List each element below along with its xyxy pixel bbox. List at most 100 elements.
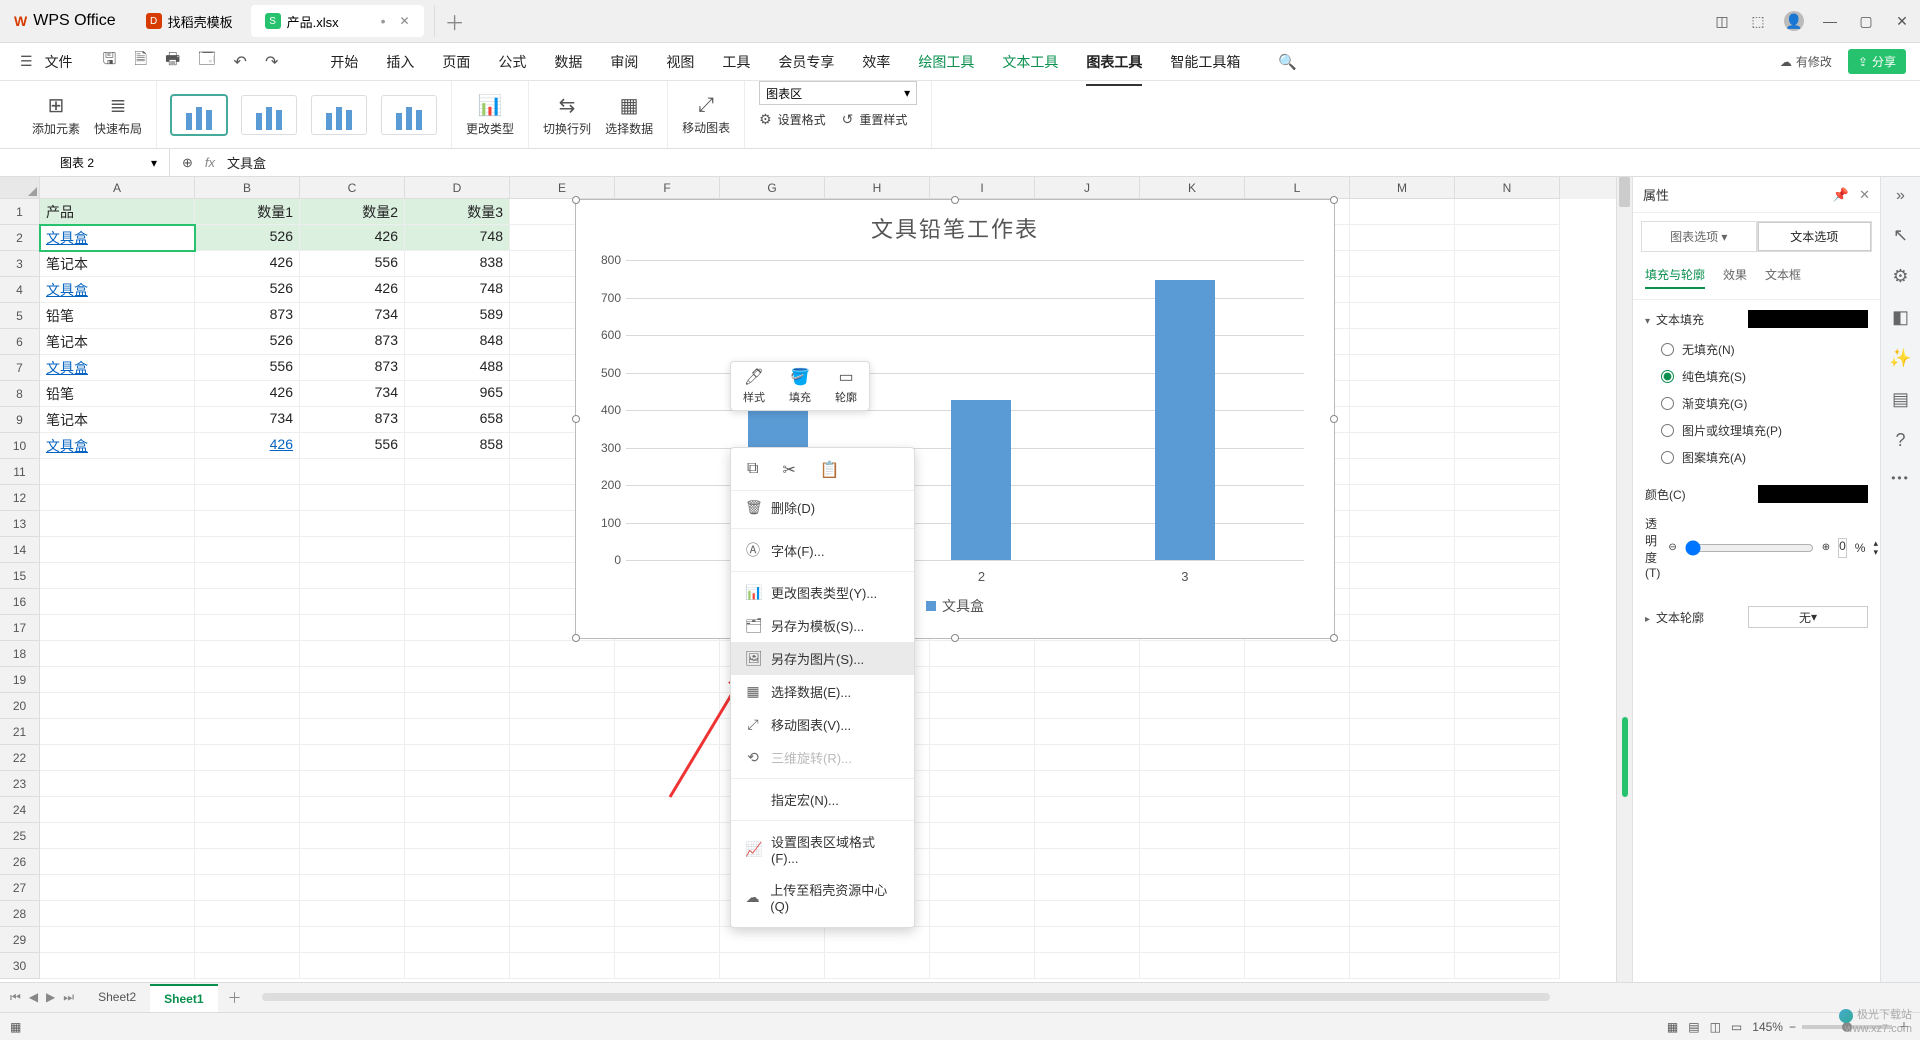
cell[interactable] [1350,745,1455,771]
cell[interactable] [930,927,1035,953]
close-icon[interactable]: ✕ [1859,187,1870,203]
mtab-efficiency[interactable]: 效率 [862,46,890,78]
cell[interactable] [195,849,300,875]
cell[interactable] [1035,875,1140,901]
cell[interactable] [1455,771,1560,797]
cell[interactable] [195,745,300,771]
cell[interactable]: 734 [300,381,405,407]
cell[interactable] [930,693,1035,719]
row-header[interactable]: 11 [0,459,40,485]
ribbon-set-format[interactable]: ⚙ 设置格式 [759,111,826,128]
cell[interactable] [1350,719,1455,745]
cell[interactable] [195,719,300,745]
chart-object[interactable]: 文具铅笔工作表 0100200300400500600700800123 文具盒 [575,199,1335,639]
print-preview-icon[interactable]: 🗔 [198,48,215,75]
mtab-insert[interactable]: 插入 [386,46,414,78]
cell[interactable] [615,901,720,927]
cell[interactable] [1455,667,1560,693]
search-icon[interactable]: 🔍 [1278,53,1297,71]
cell[interactable] [195,901,300,927]
cell[interactable] [195,771,300,797]
cell[interactable]: 数量1 [195,199,300,225]
cell[interactable] [1455,251,1560,277]
cell[interactable]: 笔记本 [40,407,195,433]
cell[interactable]: 488 [405,355,510,381]
cell[interactable] [1350,823,1455,849]
save-as-icon[interactable]: 🗎 [134,48,147,75]
cell[interactable] [1350,797,1455,823]
prop-tab-chart[interactable]: 图表选项 ▾ [1641,221,1757,252]
cm-select-data[interactable]: ▦选择数据(E)... [731,675,914,708]
cell[interactable] [195,667,300,693]
cell[interactable] [1455,303,1560,329]
cell[interactable]: 556 [195,355,300,381]
row-header[interactable]: 22 [0,745,40,771]
cell[interactable] [1350,485,1455,511]
cell[interactable] [405,771,510,797]
mtab-text-tools[interactable]: 文本工具 [1002,46,1058,78]
view-normal-icon[interactable]: ▦ [1667,1020,1678,1034]
cm-change-type[interactable]: 📊更改图表类型(Y)... [731,576,914,609]
cell[interactable] [1455,641,1560,667]
cell[interactable] [405,537,510,563]
cell[interactable] [1035,667,1140,693]
chart-area-select[interactable]: 图表区 ▾ [759,81,917,105]
cell[interactable] [1350,355,1455,381]
cell[interactable] [1350,927,1455,953]
mtab-draw[interactable]: 绘图工具 [918,46,974,78]
window-minimize[interactable]: — [1812,0,1848,42]
horizontal-scrollbar[interactable] [262,992,1911,1004]
col-K[interactable]: K [1140,177,1245,199]
color-picker[interactable] [1758,485,1868,503]
col-A[interactable]: A [40,177,195,199]
cell[interactable] [40,459,195,485]
cell[interactable] [1245,797,1350,823]
cell[interactable]: 文具盒 [40,433,195,459]
chart-style-preset-3[interactable] [311,95,367,135]
cm-save-image[interactable]: 🖼另存为图片(S)... [731,642,914,675]
cell[interactable] [40,849,195,875]
cell[interactable] [825,953,930,979]
resize-handle-ml[interactable] [572,415,580,423]
redo-icon[interactable]: ↷ [265,52,278,72]
name-box[interactable]: 图表 2 ▾ [0,149,170,176]
resize-handle-bm[interactable] [951,634,959,642]
mt-fill[interactable]: 🪣填充 [777,362,823,410]
cell[interactable] [1035,953,1140,979]
cell[interactable]: 数量3 [405,199,510,225]
cell[interactable] [405,745,510,771]
scroll-thumb[interactable] [1619,177,1630,207]
cell[interactable] [300,901,405,927]
cell[interactable] [1035,771,1140,797]
menu-file[interactable]: 文件 [45,52,73,72]
cell[interactable] [930,797,1035,823]
undo-icon[interactable]: ↶ [234,52,247,72]
cell[interactable] [40,823,195,849]
cell[interactable] [405,563,510,589]
sec-outline-title[interactable]: 文本轮廓 [1656,611,1704,625]
cell[interactable] [615,927,720,953]
row-header[interactable]: 29 [0,927,40,953]
cell[interactable] [615,719,720,745]
cell[interactable] [510,641,615,667]
cell[interactable] [195,511,300,537]
cell[interactable]: 数量2 [300,199,405,225]
row-header[interactable]: 12 [0,485,40,511]
cell[interactable] [930,667,1035,693]
cell[interactable] [615,667,720,693]
cell[interactable] [615,849,720,875]
cell[interactable] [405,719,510,745]
prop-subtab-fill[interactable]: 填充与轮廓 [1645,266,1705,289]
cell[interactable] [195,693,300,719]
mt-style[interactable]: 🖊样式 [731,362,777,410]
opt-solid-fill[interactable]: 纯色填充(S) [1645,363,1868,390]
row-header[interactable]: 16 [0,589,40,615]
pin-icon[interactable]: 📌 [1833,187,1849,203]
cell[interactable] [40,953,195,979]
cell[interactable] [1350,459,1455,485]
cell[interactable] [195,641,300,667]
cell[interactable] [930,875,1035,901]
cell[interactable] [510,875,615,901]
col-H[interactable]: H [825,177,930,199]
cell[interactable]: 文具盒 [40,355,195,381]
